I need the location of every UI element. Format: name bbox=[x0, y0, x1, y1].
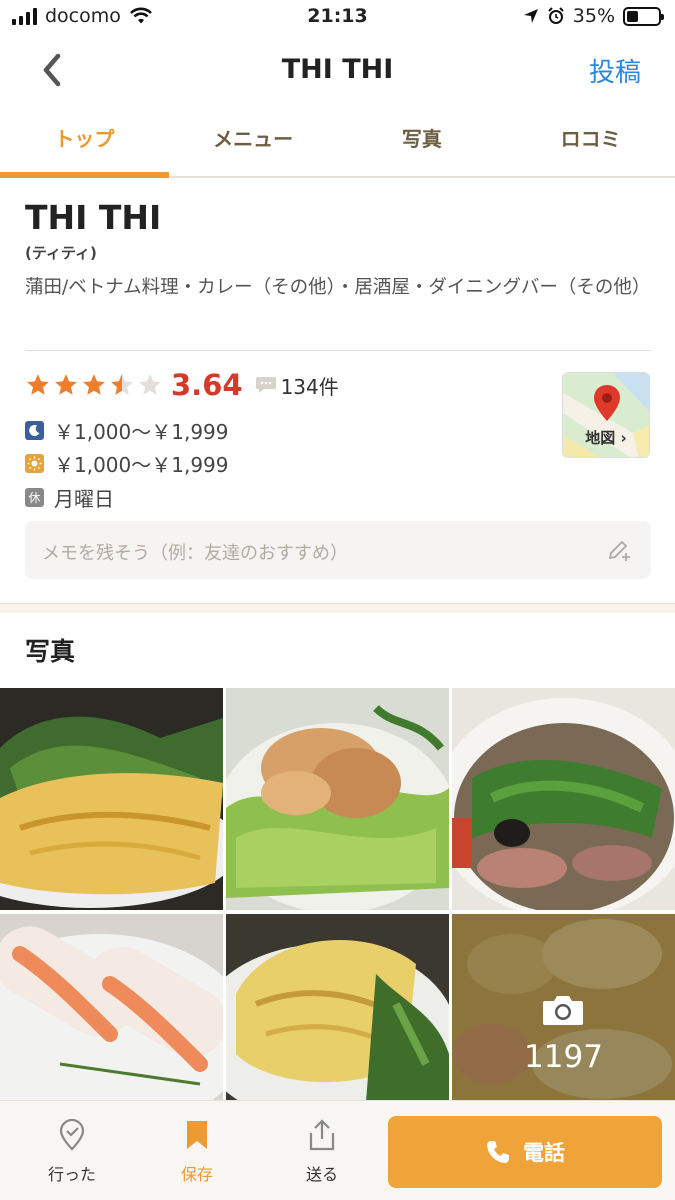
send-button[interactable]: 送る bbox=[272, 1119, 372, 1185]
rating-score: 3.64 bbox=[171, 368, 243, 402]
shop-genre: 蒲田/ベトナム料理・カレー（その他）・居酒屋・ダイニングバー（その他） bbox=[25, 277, 651, 298]
star-empty-icon bbox=[139, 374, 161, 395]
tab-reviews[interactable]: ロコミ bbox=[506, 106, 675, 176]
star-half-icon bbox=[111, 374, 133, 395]
photo-thumbnail[interactable] bbox=[226, 688, 449, 910]
shop-info: THI THI (ティティ) 蒲田/ベトナム料理・カレー（その他）・居酒屋・ダイ… bbox=[0, 178, 675, 603]
send-label: 送る bbox=[305, 1165, 338, 1184]
page-title: THI THI bbox=[281, 54, 394, 85]
call-button[interactable]: 電話 bbox=[388, 1116, 662, 1188]
bottom-action-bar: 行った 保存 送る 電話 bbox=[0, 1100, 675, 1200]
lunch-price: ￥1,000～￥1,999 bbox=[54, 453, 229, 477]
dinner-price: ￥1,000～￥1,999 bbox=[54, 420, 229, 444]
tab-menu[interactable]: メニュー bbox=[169, 106, 338, 176]
went-button[interactable]: 行った bbox=[22, 1118, 122, 1185]
map-button[interactable]: 地図 › bbox=[562, 372, 650, 458]
photo-count: 1197 bbox=[524, 1039, 603, 1075]
holiday-row: 休 月曜日 bbox=[25, 483, 114, 512]
star-full-icon bbox=[27, 374, 49, 395]
bookmark-icon bbox=[187, 1121, 207, 1149]
review-count[interactable]: 134件 bbox=[281, 371, 339, 400]
holiday-text: 月曜日 bbox=[54, 487, 114, 511]
save-button[interactable]: 保存 bbox=[147, 1119, 247, 1185]
save-label: 保存 bbox=[180, 1165, 213, 1184]
share-icon bbox=[309, 1119, 335, 1151]
call-label: 電話 bbox=[523, 1141, 565, 1165]
sun-icon bbox=[25, 454, 44, 473]
map-label: 地図 bbox=[585, 429, 616, 447]
tab-photos[interactable]: 写真 bbox=[338, 106, 507, 176]
rating-row: 3.64 134件 bbox=[25, 368, 339, 402]
battery-level bbox=[627, 10, 638, 22]
lunch-price-row: ￥1,000～￥1,999 bbox=[25, 449, 229, 478]
shop-name: THI THI bbox=[25, 198, 162, 237]
battery-percent: 35% bbox=[572, 5, 615, 27]
memo-placeholder: メモを残そう（例：友達のおすすめ） bbox=[42, 543, 348, 564]
section-separator bbox=[0, 603, 675, 613]
status-right: 35% bbox=[523, 5, 664, 27]
chevron-right-icon: › bbox=[620, 429, 627, 447]
star-full-icon bbox=[55, 374, 77, 395]
shop-kana: (ティティ) bbox=[25, 244, 97, 262]
dinner-price-row: ￥1,000～￥1,999 bbox=[25, 416, 229, 445]
tab-bar: トップ メニュー 写真 ロコミ bbox=[0, 106, 675, 178]
moon-icon bbox=[25, 421, 44, 440]
star-full-icon bbox=[83, 374, 105, 395]
edit-plus-icon[interactable] bbox=[607, 538, 633, 562]
battery-icon bbox=[623, 6, 664, 26]
memo-field[interactable]: メモを残そう（例：友達のおすすめ） bbox=[25, 521, 651, 579]
alarm-icon bbox=[548, 7, 564, 24]
status-bar: docomo 21:13 35% bbox=[0, 0, 675, 34]
post-button[interactable]: 投稿 bbox=[589, 52, 641, 89]
rating-stars bbox=[25, 372, 163, 398]
phone-icon bbox=[487, 1141, 509, 1163]
pin-check-icon bbox=[59, 1118, 85, 1151]
photo-thumbnail[interactable] bbox=[452, 688, 675, 910]
camera-icon bbox=[543, 996, 583, 1025]
comment-icon bbox=[255, 377, 276, 393]
photo-grid: 1197 bbox=[0, 688, 675, 1134]
divider bbox=[25, 350, 651, 351]
photos-section-title: 写真 bbox=[25, 637, 76, 666]
location-arrow-icon bbox=[523, 9, 538, 23]
tab-top[interactable]: トップ bbox=[0, 106, 169, 178]
holiday-badge: 休 bbox=[25, 488, 44, 507]
photo-thumbnail[interactable] bbox=[0, 688, 223, 910]
navigation-bar: THI THI 投稿 bbox=[0, 34, 675, 106]
went-label: 行った bbox=[47, 1165, 96, 1184]
